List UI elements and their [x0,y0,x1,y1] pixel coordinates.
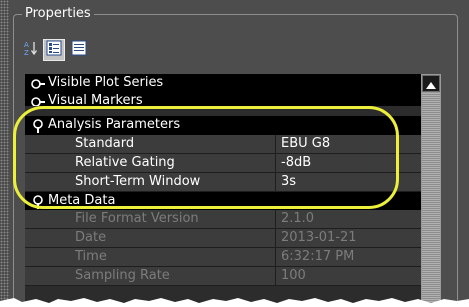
property-name: File Format Version [75,211,199,226]
svg-text:Z: Z [24,49,29,56]
property-value: 100 [281,268,306,283]
section-label: Visual Markers [48,93,143,106]
section-header-visible-plot-series[interactable]: Visible Plot Series [25,74,421,93]
vertical-scrollbar[interactable] [421,74,441,307]
torn-edge [0,298,469,307]
splitter-handle[interactable] [0,0,9,307]
column-divider [275,248,276,267]
highlight-callout [13,106,399,209]
sort-alpha-icon: A Z [24,40,38,60]
property-value: 6:32:17 PM [281,249,355,264]
property-value: 2.1.0 [281,211,315,226]
svg-text:A: A [24,41,29,49]
list-view-icon [71,40,87,60]
categorized-view-button[interactable] [43,39,65,61]
scroll-track[interactable] [422,93,440,307]
expand-toggle-icon[interactable] [31,77,45,90]
property-row-date[interactable]: Date 2013-01-21 [25,229,421,248]
property-row-time[interactable]: Time 6:32:17 PM [25,248,421,267]
property-name: Sampling Rate [75,268,170,283]
section-header-visual-markers[interactable]: Visual Markers [25,92,421,106]
property-name: Time [75,249,107,264]
expand-toggle-icon[interactable] [31,95,45,106]
property-row-sampling-rate[interactable]: Sampling Rate 100 [25,267,421,286]
panel-title: Properties [22,6,94,21]
properties-panel: Properties A Z Visible Plot Series Visua… [0,0,469,307]
section-label: Visible Plot Series [48,75,164,90]
property-name: Date [75,230,107,245]
triangle-up-icon [426,74,436,93]
scroll-up-button[interactable] [422,75,440,92]
column-divider [275,229,276,248]
property-value: 2013-01-21 [281,230,357,245]
column-divider [275,267,276,286]
sort-alphabetical-button[interactable]: A Z [20,39,42,61]
property-row-file-format-version[interactable]: File Format Version 2.1.0 [25,210,421,229]
column-divider [275,210,276,229]
categorized-view-icon [46,40,62,60]
list-view-button[interactable] [68,39,90,61]
